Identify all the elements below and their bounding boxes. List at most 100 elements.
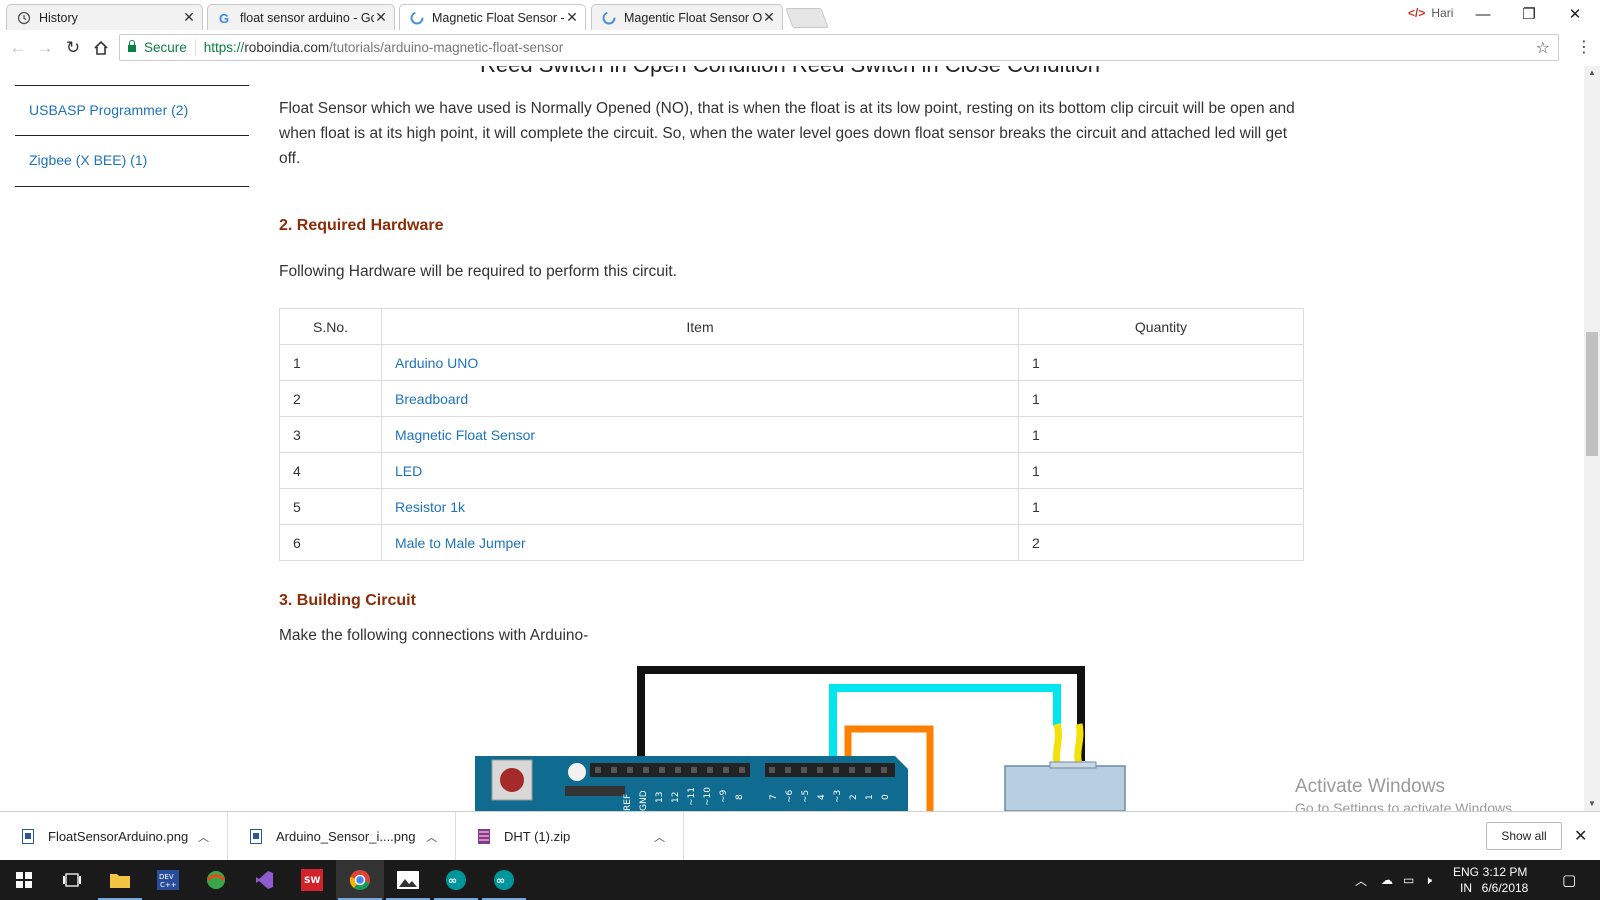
cell-qty: 1 bbox=[1018, 380, 1304, 417]
system-tray: ︿ ☁ ▭ 🕨 bbox=[1355, 860, 1432, 900]
photos-icon[interactable] bbox=[384, 860, 432, 900]
cell-qty: 2 bbox=[1018, 524, 1304, 561]
sidebar-item-usbasp[interactable]: USBASP Programmer (2) bbox=[29, 102, 188, 118]
url-path: /tutorials/arduino-magnetic-float-sensor bbox=[329, 40, 564, 55]
volume-icon[interactable]: 🕨 bbox=[1424, 873, 1432, 888]
sidebar-divider bbox=[15, 135, 249, 136]
url-text[interactable]: https://roboindia.com/tutorials/arduino-… bbox=[196, 40, 563, 55]
cell-qty: 1 bbox=[1018, 452, 1304, 489]
download-filename: FloatSensorArduino.png bbox=[48, 829, 189, 844]
cell-item-link[interactable]: Male to Male Jumper bbox=[381, 524, 1019, 561]
sidebar-divider bbox=[15, 85, 249, 86]
close-icon[interactable]: ✕ bbox=[182, 9, 196, 26]
power-led bbox=[568, 763, 586, 781]
chrome-icon[interactable] bbox=[336, 860, 384, 900]
cell-sno: 2 bbox=[279, 380, 382, 417]
sidebar-divider bbox=[15, 186, 249, 187]
float-sensor-body bbox=[1004, 765, 1126, 811]
close-icon[interactable]: ✕ bbox=[1574, 826, 1587, 846]
profile-name: Hari bbox=[1431, 6, 1454, 20]
activate-windows-watermark: Activate Windows Go to Settings to activ… bbox=[1295, 776, 1516, 811]
dev-cpp-icon[interactable]: DEV C++ bbox=[144, 860, 192, 900]
section-heading-required-hardware: 2. Required Hardware bbox=[279, 217, 444, 234]
chevron-up-icon[interactable]: ︿ bbox=[426, 829, 437, 845]
visual-studio-icon[interactable] bbox=[240, 860, 288, 900]
start-icon[interactable] bbox=[0, 860, 48, 900]
new-tab-button[interactable] bbox=[785, 8, 829, 28]
scroll-up-icon[interactable]: ▲ bbox=[1584, 66, 1600, 80]
header-right bbox=[765, 763, 895, 777]
svg-text:C++: C++ bbox=[160, 881, 177, 889]
tab-history[interactable]: History ✕ bbox=[6, 4, 203, 30]
lock-icon bbox=[128, 40, 136, 52]
bookmark-star-icon[interactable]: ☆ bbox=[1536, 38, 1550, 58]
cell-qty: 1 bbox=[1018, 488, 1304, 525]
reload-button[interactable]: ↻ bbox=[61, 36, 85, 60]
pin-label-d6: ~6 bbox=[785, 789, 795, 803]
clock[interactable]: 3:12 PM 6/6/2018 bbox=[1475, 864, 1535, 896]
onedrive-icon[interactable]: ☁ bbox=[1381, 873, 1393, 887]
chrome-menu-icon[interactable]: ⋮ bbox=[1576, 37, 1592, 57]
secure-indicator[interactable]: Secure bbox=[120, 39, 196, 56]
cell-item-link[interactable]: Magnetic Float Sensor bbox=[381, 416, 1019, 453]
home-button[interactable] bbox=[89, 36, 113, 60]
page-scrollbar[interactable]: ▲ ▼ bbox=[1584, 66, 1600, 811]
section-text-circuit: Make the following connections with Ardu… bbox=[279, 627, 589, 644]
scroll-thumb[interactable] bbox=[1586, 332, 1598, 456]
arduino-icon[interactable]: ∞ bbox=[432, 860, 480, 900]
download-item[interactable]: FloatSensorArduino.png ︿ bbox=[0, 812, 228, 861]
tab-google-search[interactable]: G float sensor arduino - Go ✕ bbox=[207, 4, 395, 30]
cell-item-link[interactable]: LED bbox=[381, 452, 1019, 489]
forward-button[interactable]: → bbox=[33, 36, 57, 60]
close-icon[interactable]: ✕ bbox=[762, 9, 776, 26]
network-icon[interactable]: ▭ bbox=[1403, 873, 1414, 887]
cell-item-link[interactable]: Resistor 1k bbox=[381, 488, 1019, 525]
address-bar[interactable]: Secure https://roboindia.com/tutorials/a… bbox=[119, 34, 1559, 61]
show-all-button[interactable]: Show all bbox=[1486, 822, 1562, 850]
table-row: 2 Breadboard 1 bbox=[279, 380, 1304, 417]
tab-title: Magnetic Float Sensor - A bbox=[432, 10, 565, 25]
sidebar-item-zigbee[interactable]: Zigbee (X BEE) (1) bbox=[29, 152, 147, 168]
download-item[interactable]: DHT (1).zip ︿ bbox=[456, 812, 684, 861]
cell-qty: 1 bbox=[1018, 416, 1304, 453]
chevron-up-icon[interactable]: ︿ bbox=[198, 829, 209, 845]
watermark-line1: Activate Windows bbox=[1295, 776, 1445, 797]
chevron-up-icon[interactable]: ︿ bbox=[1355, 872, 1367, 889]
task-view-icon[interactable] bbox=[48, 860, 96, 900]
cell-item-link[interactable]: Breadboard bbox=[381, 380, 1019, 417]
restore-button[interactable]: ❐ bbox=[1506, 0, 1552, 28]
action-center-icon[interactable]: ▢ bbox=[1562, 860, 1576, 900]
pin-label-d11: ~11 bbox=[687, 787, 697, 806]
download-item[interactable]: Arduino_Sensor_i....png ︿ bbox=[228, 812, 456, 861]
pin-label-d4: 4 bbox=[817, 794, 827, 800]
table-row: 5 Resistor 1k 1 bbox=[279, 488, 1304, 525]
app-icon[interactable] bbox=[192, 860, 240, 900]
chevron-up-icon[interactable]: ︿ bbox=[654, 829, 665, 845]
loading-icon bbox=[602, 11, 616, 25]
scroll-down-icon[interactable]: ▼ bbox=[1584, 797, 1600, 811]
home-icon bbox=[94, 40, 108, 55]
cell-sno: 6 bbox=[279, 524, 382, 561]
file-explorer-icon[interactable] bbox=[96, 860, 144, 900]
cell-sno: 1 bbox=[279, 344, 382, 381]
col-header-sno: S.No. bbox=[279, 308, 382, 345]
pin-label-d13: 13 bbox=[655, 792, 665, 803]
minimize-button[interactable]: — bbox=[1460, 0, 1506, 28]
close-icon[interactable]: ✕ bbox=[565, 9, 579, 26]
solidworks-icon[interactable]: SW bbox=[288, 860, 336, 900]
tab-magnetic-float-sensor[interactable]: Magnetic Float Sensor - A ✕ bbox=[399, 4, 586, 30]
close-icon[interactable]: ✕ bbox=[374, 9, 388, 26]
cell-item-link[interactable]: Arduino UNO bbox=[381, 344, 1019, 381]
back-button[interactable]: ← bbox=[6, 36, 30, 60]
cell-sno: 4 bbox=[279, 452, 382, 489]
browser-toolbar: ← → ↻ Secure https://roboindia.com/tutor… bbox=[0, 30, 1600, 67]
window-close-button[interactable]: ✕ bbox=[1552, 0, 1598, 28]
windows-taskbar: DEV C++ SW ∞ ∞ ︿ ☁ ▭ 🕨 ENG IN 3:12 PM 6/6… bbox=[0, 860, 1600, 900]
reload-icon: ↻ bbox=[65, 38, 81, 57]
svg-text:DEV: DEV bbox=[159, 873, 174, 881]
tab-magentic-float-sensor[interactable]: Magentic Float Sensor Or ✕ bbox=[591, 4, 783, 30]
pin-label-d5: ~5 bbox=[801, 790, 811, 803]
pin-label-d0: 0 bbox=[881, 794, 891, 800]
profile-button[interactable]: </> Hari bbox=[1408, 6, 1453, 20]
arduino-icon[interactable]: ∞ bbox=[480, 860, 528, 900]
